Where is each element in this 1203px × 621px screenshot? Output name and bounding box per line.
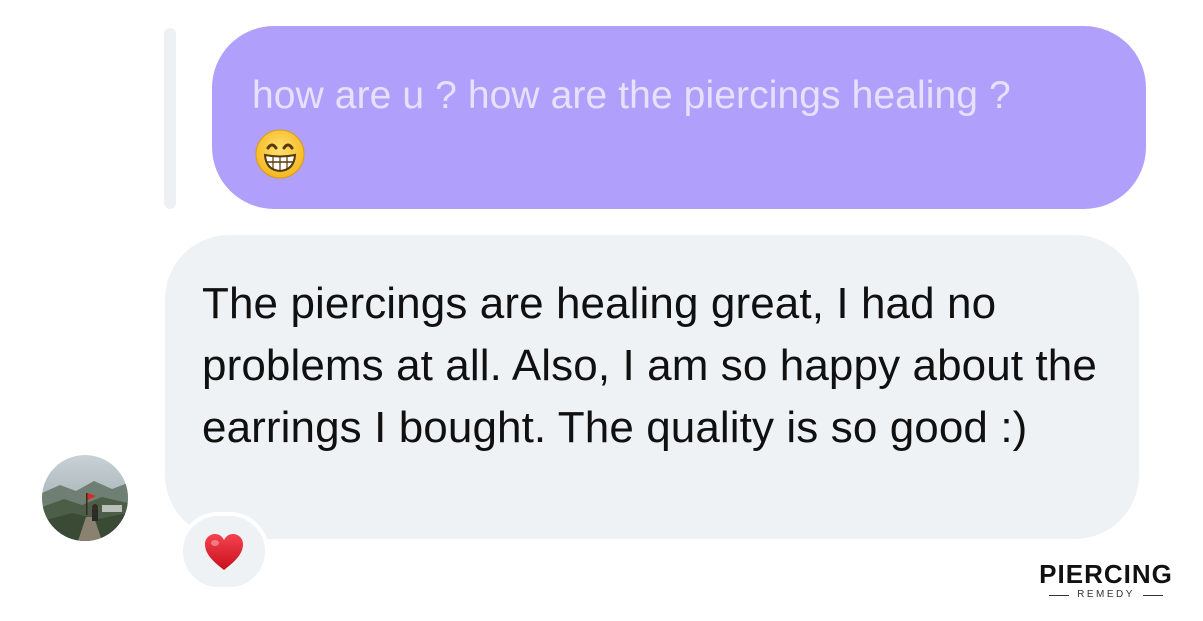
logo-divider-left [1049, 594, 1070, 596]
piercing-remedy-logo: PIERCING REMEDY [1036, 560, 1176, 602]
received-message-text: The piercings are healing great, I had n… [202, 279, 1097, 452]
avatar-photo-icon [42, 455, 128, 541]
grinning-face-emoji-icon [255, 129, 305, 179]
contact-avatar[interactable] [42, 455, 128, 541]
logo-divider-right [1142, 594, 1163, 596]
logo-subtitle: REMEDY [1077, 589, 1135, 600]
reply-indicator-bar [164, 28, 176, 209]
sent-message-bubble[interactable]: how are u ? how are the piercings healin… [212, 26, 1146, 209]
received-message-bubble[interactable]: The piercings are healing great, I had n… [165, 235, 1139, 539]
red-heart-icon [205, 533, 243, 570]
heart-reaction[interactable] [179, 512, 269, 591]
sent-message-text: how are u ? how are the piercings healin… [252, 74, 1011, 117]
logo-title: PIERCING [1039, 559, 1173, 589]
